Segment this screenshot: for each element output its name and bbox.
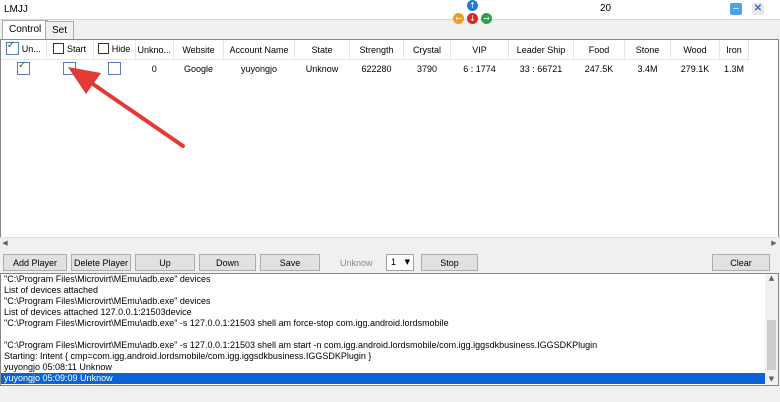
title-bar: LMJJ ↑ ← ↓ → 20 – ✕ bbox=[0, 0, 780, 24]
status-label: Unknow bbox=[340, 258, 373, 268]
column-header-state[interactable]: State bbox=[294, 40, 351, 60]
column-header-vip[interactable]: VIP bbox=[450, 40, 510, 60]
column-header-account-name[interactable]: Account Name bbox=[223, 40, 296, 60]
row-website: Google bbox=[184, 63, 214, 74]
log-line: yuyongjo 05:08:11 Unknow bbox=[4, 362, 112, 372]
row-food: 247.5K bbox=[584, 63, 614, 74]
column-header-hide[interactable]: Hide bbox=[93, 40, 136, 60]
action-toolbar: Add Player Delete Player Up Down Save Un… bbox=[0, 253, 780, 273]
column-header-start[interactable]: Start bbox=[46, 40, 94, 60]
delete-player-button[interactable]: Delete Player bbox=[71, 254, 131, 271]
row-hide-cell[interactable] bbox=[93, 60, 135, 78]
row-account-name: yuyongjo bbox=[241, 63, 278, 74]
window-title: LMJJ bbox=[4, 4, 28, 15]
count-select[interactable]: 1 ▼ bbox=[386, 254, 414, 271]
row-leadership: 33 : 66721 bbox=[519, 63, 563, 74]
row-state: Unknow bbox=[305, 63, 339, 74]
log-vertical-scrollbar[interactable]: ▲ ▼ bbox=[765, 274, 778, 385]
row-stone: 3.4M bbox=[637, 63, 658, 74]
log-line: "C:\Program Files\Microvirt\MEmu\adb.exe… bbox=[4, 340, 598, 350]
close-icon[interactable]: ✕ bbox=[752, 3, 764, 15]
count-select-value: 1 bbox=[391, 257, 397, 267]
hide-all-checkbox[interactable] bbox=[97, 43, 109, 54]
log-line: List of devices attached bbox=[4, 285, 99, 295]
log-horizontal-scrollbar[interactable] bbox=[0, 386, 779, 398]
log-line: Starting: Intent { cmp=com.igg.android.l… bbox=[4, 351, 372, 361]
column-header-website[interactable]: Website bbox=[173, 40, 225, 60]
column-header-iron[interactable]: Iron bbox=[719, 40, 750, 60]
log-line: "C:\Program Files\Microvirt\MEmu\adb.exe… bbox=[4, 318, 449, 328]
scroll-thumb[interactable] bbox=[767, 320, 776, 370]
arrow-up-icon[interactable]: ↑ bbox=[467, 0, 478, 11]
tab-set[interactable]: Set bbox=[45, 21, 75, 39]
column-header-unlock[interactable]: Un... bbox=[1, 40, 47, 60]
column-header-leadership[interactable]: Leader Ship bbox=[508, 40, 575, 60]
clear-button[interactable]: Clear bbox=[712, 254, 770, 271]
tab-bar: Control Set bbox=[0, 20, 780, 40]
log-output[interactable]: "C:\Program Files\Microvirt\MEmu\adb.exe… bbox=[0, 273, 779, 386]
column-header-wood[interactable]: Wood bbox=[670, 40, 721, 60]
column-header-food[interactable]: Food bbox=[573, 40, 626, 60]
scroll-up-icon[interactable]: ▲ bbox=[765, 274, 778, 284]
row-crystal: 3790 bbox=[417, 63, 438, 74]
row-start-checkbox[interactable] bbox=[63, 62, 76, 75]
down-button[interactable]: Down bbox=[199, 254, 256, 271]
row-enable-checkbox[interactable] bbox=[17, 60, 30, 75]
log-line: List of devices attached 127.0.0.1:21503… bbox=[4, 307, 192, 317]
minimize-icon[interactable]: – bbox=[730, 3, 742, 15]
select-all-checkbox[interactable] bbox=[5, 40, 19, 55]
counter-value: 20 bbox=[600, 3, 612, 14]
tab-control[interactable]: Control bbox=[2, 20, 49, 40]
player-table: Un... Start Hide Unkno... Website Accoun… bbox=[1, 40, 750, 78]
row-wood: 279.1K bbox=[680, 63, 710, 74]
column-header-crystal[interactable]: Crystal bbox=[403, 40, 452, 60]
player-grid: Un... Start Hide Unkno... Website Accoun… bbox=[0, 39, 779, 247]
stop-button[interactable]: Stop bbox=[421, 254, 478, 271]
scroll-left-icon[interactable]: ◀ bbox=[0, 239, 10, 247]
row-enable-cell[interactable] bbox=[1, 60, 46, 78]
log-line: "C:\Program Files\Microvirt\MEmu\adb.exe… bbox=[4, 274, 211, 284]
chevron-down-icon: ▼ bbox=[404, 258, 410, 266]
column-header-strength[interactable]: Strength bbox=[349, 40, 405, 60]
grid-horizontal-scrollbar[interactable]: ◀ ▶ bbox=[0, 237, 779, 248]
log-line-selected[interactable]: yuyongjo 05:09:09 Unknow bbox=[1, 373, 778, 384]
column-header-unknown[interactable]: Unkno... bbox=[135, 40, 175, 60]
row-strength: 622280 bbox=[361, 63, 392, 74]
row-iron: 1.3M bbox=[724, 63, 745, 74]
table-header: Un... Start Hide Unkno... Website Accoun… bbox=[1, 40, 750, 60]
row-unknown: 0 bbox=[151, 63, 157, 74]
row-hide-checkbox[interactable] bbox=[107, 62, 121, 75]
row-vip: 6 : 1774 bbox=[463, 63, 496, 74]
scroll-right-icon[interactable]: ▶ bbox=[769, 239, 779, 247]
up-button[interactable]: Up bbox=[135, 254, 195, 271]
scroll-down-icon[interactable]: ▼ bbox=[765, 375, 778, 385]
add-player-button[interactable]: Add Player bbox=[3, 254, 67, 271]
log-line: "C:\Program Files\Microvirt\MEmu\adb.exe… bbox=[4, 296, 211, 306]
start-all-checkbox[interactable] bbox=[52, 43, 64, 54]
row-start-cell[interactable] bbox=[46, 60, 93, 78]
table-row[interactable]: 0 Google yuyongjo Unknow 622280 3790 6 :… bbox=[1, 60, 749, 78]
column-header-stone[interactable]: Stone bbox=[624, 40, 672, 60]
save-button[interactable]: Save bbox=[260, 254, 320, 271]
